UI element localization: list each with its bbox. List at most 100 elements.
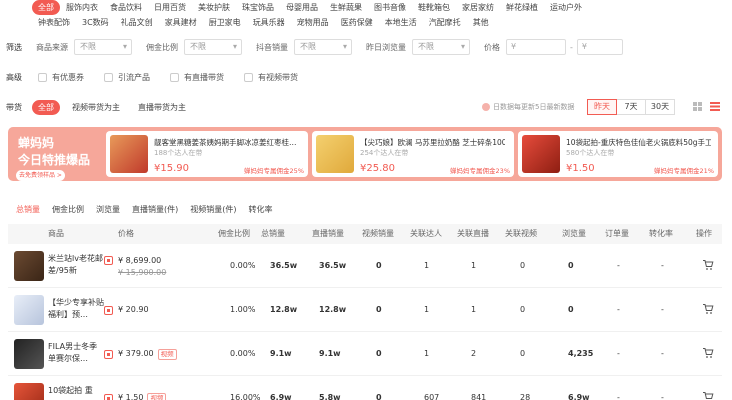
cart-icon[interactable]	[702, 347, 714, 359]
promo-card-2[interactable]: 【尖巧娘】欧澜 马苏里拉奶酪 芝士碎条100… 254个达人在带 ¥25.80 …	[312, 131, 514, 177]
category-chip[interactable]: 美妆护肤	[192, 0, 236, 15]
video-sales-cell: 0	[376, 261, 382, 270]
product-thumbnail[interactable]	[14, 383, 44, 400]
advanced-checkbox[interactable]: 引流产品	[104, 72, 150, 83]
cart-icon[interactable]	[702, 303, 714, 315]
category-chip[interactable]: 家具建材	[159, 15, 203, 30]
sort-tab[interactable]: 佣金比例	[52, 204, 84, 215]
col-lives[interactable]: 关联直播	[457, 224, 489, 244]
advanced-row: 高级 有优惠券 引流产品 有直播带货 有视频带货	[0, 70, 732, 84]
col-orders[interactable]: 订单量	[605, 224, 629, 244]
product-name[interactable]: 【华少专享补贴福利】预…	[48, 297, 104, 323]
checkbox-icon[interactable]	[170, 72, 179, 82]
category-chip[interactable]: 厨卫家电	[203, 15, 247, 30]
category-chip[interactable]: 图书音像	[368, 0, 412, 15]
range-30d[interactable]: 30天	[645, 99, 675, 115]
col-live-sales[interactable]: 直播销量	[312, 224, 344, 244]
free-sample-button[interactable]: 去免费领样品 >	[16, 170, 65, 181]
videos-cell: 0	[520, 349, 526, 358]
views-select[interactable]: 昨日浏览量 不限	[366, 39, 484, 55]
col-views[interactable]: 浏览量	[562, 224, 586, 244]
category-chip[interactable]: 宠物用品	[291, 15, 335, 30]
table-row[interactable]: FILA男士冬季单赛尔保… ¥ 379.00 视频 0.00% 9.1w 9.1w 0 1 2 0…	[8, 332, 722, 376]
category-chip[interactable]: 家居家纺	[456, 0, 500, 15]
category-chip[interactable]: 母婴用品	[280, 0, 324, 15]
col-videos[interactable]: 关联视频	[505, 224, 537, 244]
table-row[interactable]: 10袋起拍 重 ¥ 1.50 视频 16.00% 6.9w 5.8w 0 607 841 28 6.…	[8, 376, 722, 400]
checkbox-icon[interactable]	[104, 72, 113, 82]
category-chip[interactable]: 全部	[32, 0, 60, 15]
checkbox-label: 有视频带货	[258, 72, 298, 82]
category-chip[interactable]: 3C数码	[76, 15, 115, 30]
advanced-checkbox[interactable]: 有视频带货	[244, 72, 298, 83]
product-thumbnail[interactable]	[14, 251, 44, 281]
category-chip[interactable]: 日用百货	[148, 0, 192, 15]
price-value: ¥ 8,699.00	[118, 255, 162, 265]
video-sales-cell: 0	[376, 349, 382, 358]
category-chip[interactable]: 礼品文创	[115, 15, 159, 30]
goods-type-chip[interactable]: 全部	[32, 99, 60, 115]
price-min-input[interactable]: ¥	[506, 39, 566, 55]
category-chip[interactable]: 汽配摩托	[423, 15, 467, 30]
product-name[interactable]: FILA男士冬季单赛尔保…	[48, 341, 104, 367]
category-chip[interactable]: 生鲜蔬果	[324, 0, 368, 15]
sort-tab[interactable]: 浏览量	[96, 204, 120, 215]
range-7d[interactable]: 7天	[616, 99, 646, 115]
range-yesterday[interactable]: 昨天	[587, 99, 617, 115]
checkbox-icon[interactable]	[38, 72, 47, 82]
filter-row: 筛选 商品来源不限 佣金比例不限 抖音销量不限 昨日浏览量不限 价格 ¥ - ¥	[0, 38, 732, 56]
grid-view-icon[interactable]	[693, 102, 702, 111]
category-chip[interactable]: 服饰内衣	[60, 0, 104, 15]
category-chip[interactable]: 本地生活	[379, 15, 423, 30]
advanced-checkbox[interactable]: 有直播带货	[170, 72, 224, 83]
kol-cell: 607	[424, 393, 440, 400]
col-cvr[interactable]: 转化率	[649, 224, 673, 244]
category-chip[interactable]: 鲜花绿植	[500, 0, 544, 15]
category-chip[interactable]: 食品饮料	[104, 0, 148, 15]
promo-card-3[interactable]: 10袋起拍-重庆特色佳仙老火锅底料50g手工… 580个达人在带 ¥1.50 蝉…	[518, 131, 718, 177]
cart-icon[interactable]	[702, 391, 714, 400]
sort-tabs: 总销量 佣金比例 浏览量 直播销量(件) 视频销量(件) 转化率	[16, 204, 285, 215]
category-chip[interactable]: 珠宝饰品	[236, 0, 280, 15]
goods-type-chip[interactable]: 视频带货为主	[66, 100, 126, 115]
source-select[interactable]: 商品来源 不限	[36, 39, 146, 55]
total-sales-cell: 9.1w	[270, 349, 292, 358]
col-total-sales[interactable]: 总销量	[261, 224, 285, 244]
promo-card-1[interactable]: 靓客堂黑糖姜茶姨妈期手脚冰凉姜红枣桂… 188个达人在带 ¥15.90 蝉妈妈专…	[106, 131, 308, 177]
category-chip[interactable]: 医药保健	[335, 15, 379, 30]
sort-tab[interactable]: 视频销量(件)	[190, 204, 236, 215]
col-kol[interactable]: 关联达人	[410, 224, 442, 244]
checkbox-icon[interactable]	[244, 72, 253, 82]
sales-select[interactable]: 抖音销量 不限	[256, 39, 366, 55]
kol-cell: 1	[424, 305, 430, 314]
list-view-icon[interactable]	[710, 102, 720, 111]
col-commission[interactable]: 佣金比例	[218, 224, 250, 244]
category-chip[interactable]: 运动户外	[544, 0, 588, 15]
price-max-input[interactable]: ¥	[576, 39, 623, 55]
product-name[interactable]: 10袋起拍 重	[48, 385, 104, 400]
table-row[interactable]: 【华少专享补贴福利】预… ¥ 20.90 1.00% 12.8w 12.8w 0 1 1 0 0 -…	[8, 288, 722, 332]
product-thumbnail[interactable]	[14, 339, 44, 369]
category-chip[interactable]: 钟表配饰	[32, 15, 76, 30]
video-sales-cell: 0	[376, 393, 382, 400]
sort-tab[interactable]: 直播销量(件)	[132, 204, 178, 215]
video-sales-cell: 0	[376, 305, 382, 314]
goods-label: 带货	[6, 102, 22, 112]
table-row[interactable]: 米兰站lv老花邮差/95新 ¥ 8,699.00 ¥ 15,900.00 0.00% 3…	[8, 244, 722, 288]
category-chip[interactable]: 玩具乐器	[247, 15, 291, 30]
commission-select[interactable]: 佣金比例 不限	[146, 39, 256, 55]
product-name[interactable]: 米兰站lv老花邮差/95新	[48, 253, 104, 279]
sort-tab[interactable]: 转化率	[249, 204, 273, 215]
advanced-checkbox[interactable]: 有优惠券	[38, 72, 84, 83]
lives-cell: 1	[471, 261, 477, 270]
sort-tab[interactable]: 总销量	[16, 204, 40, 215]
goods-type-chip[interactable]: 直播带货为主	[132, 100, 192, 115]
col-video-sales[interactable]: 视频销量	[362, 224, 394, 244]
category-chip[interactable]: 其他	[467, 15, 495, 30]
cart-icon[interactable]	[702, 259, 714, 271]
category-row-1: 全部 服饰内衣 食品饮料 日用百货 美妆护肤 珠宝饰品 母婴用品 生鲜蔬果 图书音像 鞋靴箱包 家居…	[0, 0, 732, 15]
category-chip[interactable]: 鞋靴箱包	[412, 0, 456, 15]
advanced-label: 高级	[6, 72, 22, 82]
product-thumbnail[interactable]	[14, 295, 44, 325]
price-cell: ¥ 20.90	[104, 288, 149, 332]
